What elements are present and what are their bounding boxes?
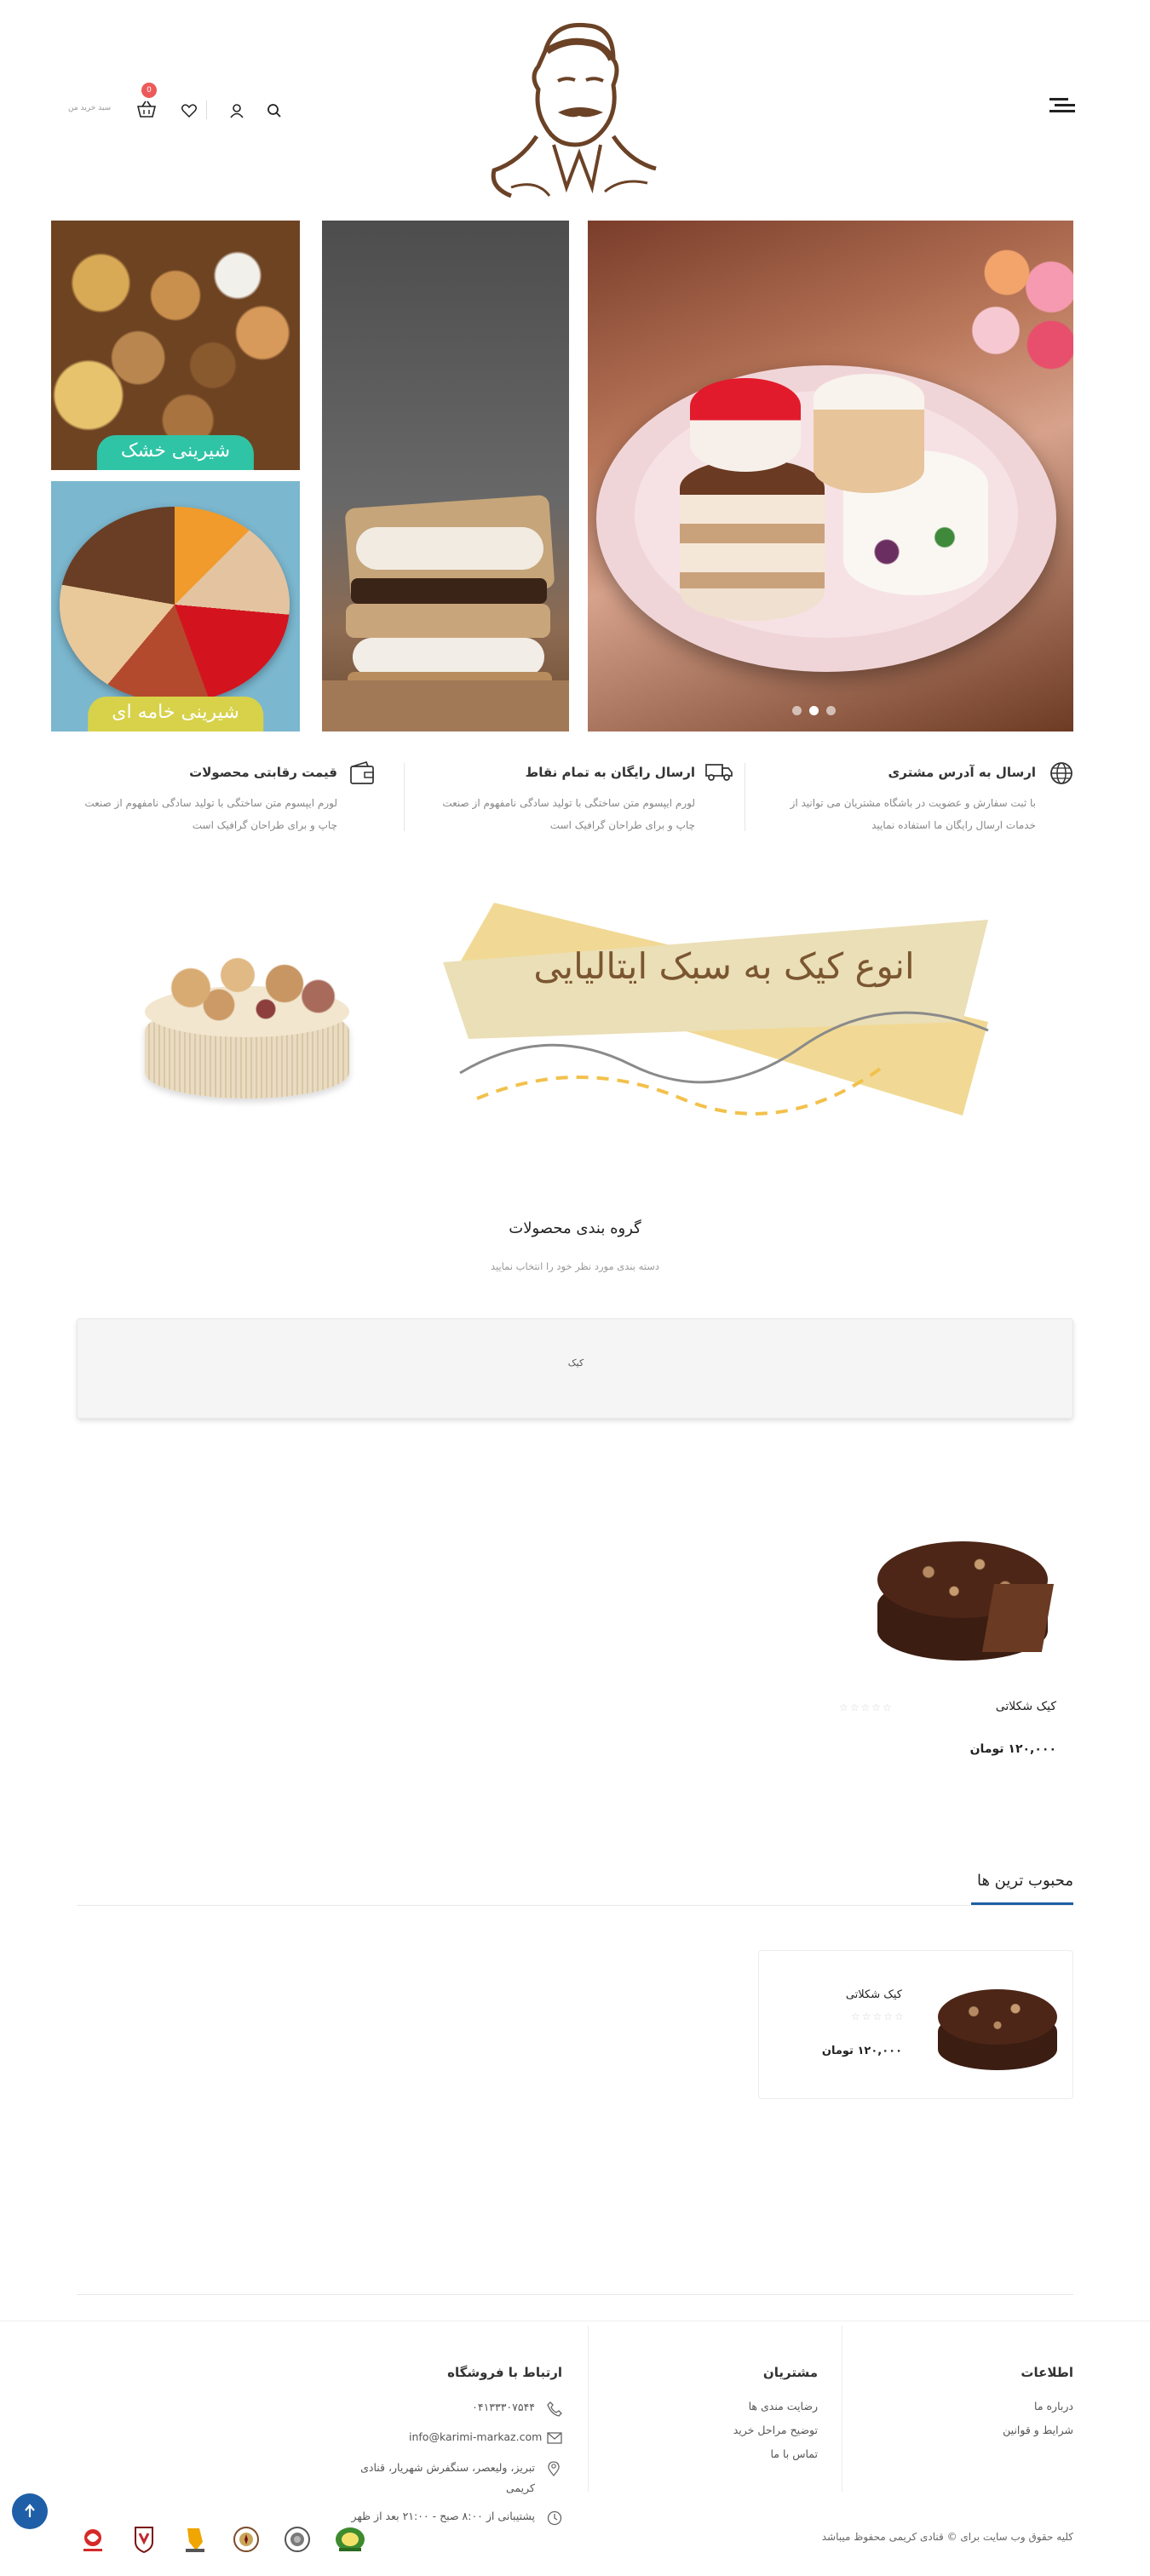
cart-count-badge: 0 <box>141 83 157 98</box>
footer-link-satisfaction[interactable]: رضایت مندی ها <box>749 2400 818 2412</box>
category-label[interactable]: کیک <box>78 1357 1074 1368</box>
promo-banner[interactable]: انوع کیک به سبک ایتالیایی <box>128 877 1022 1133</box>
truck-icon <box>705 761 733 789</box>
scroll-to-top-button[interactable] <box>12 2493 48 2529</box>
popular-product-image[interactable] <box>929 1976 1066 2079</box>
dessert-tiramisu <box>680 459 825 621</box>
footer-link-terms[interactable]: شرایط و قوانین <box>1003 2424 1073 2436</box>
arrow-up-icon <box>25 2504 35 2517</box>
footer-address-line1: تبریز، ولیعصر، سنگفرش شهریار، قنادی <box>360 2461 535 2474</box>
seal-red-icon[interactable] <box>78 2525 107 2554</box>
wallet-icon <box>348 760 375 789</box>
footer-contact-title: ارتباط با فروشگاه <box>447 2365 562 2380</box>
clock-icon <box>547 2510 562 2526</box>
phone-icon <box>547 2401 562 2417</box>
seal-shield-icon[interactable] <box>129 2525 158 2554</box>
feature-desc: با ثبت سفارش و عضویت در باشگاه مشتریان م… <box>790 797 1036 831</box>
feature-title: قیمت رقابتی محصولات <box>189 765 337 780</box>
promo-headline: انوع کیک به سبک ایتالیایی <box>533 945 915 987</box>
user-icon[interactable] <box>227 100 247 121</box>
cart-label[interactable]: سبد خرید من <box>68 104 128 112</box>
globe-icon <box>1046 761 1073 789</box>
product-price: ۱۲۰,۰۰۰ تومان <box>969 1742 1056 1756</box>
dry-pastry-banner[interactable]: شیرینی خشک <box>51 221 300 470</box>
footer-col-divider <box>588 2326 589 2492</box>
seal-gold-icon[interactable] <box>181 2525 210 2554</box>
feature-delivery: ارسال به آدرس مشتری با ثبت سفارش و عضویت… <box>750 758 1073 843</box>
menu-icon[interactable] <box>1049 95 1075 116</box>
dessert-cream <box>814 374 924 493</box>
footer-link-about[interactable]: درباره ما <box>1034 2400 1073 2412</box>
feature-desc: لورم ایپسوم متن ساختگی با تولید سادگی نا… <box>84 797 337 831</box>
feature-title: ارسال به آدرس مشتری <box>888 765 1037 780</box>
footer-top-divider <box>77 2294 1073 2295</box>
footer-customers-title: مشتریان <box>762 2365 818 2380</box>
popular-product-rating: ☆☆☆☆☆ <box>851 2011 906 2022</box>
email-icon <box>547 2431 562 2447</box>
feature-price: قیمت رقابتی محصولات لورم ایپسوم متن ساخت… <box>51 758 375 843</box>
header-divider <box>206 100 207 119</box>
popular-product-name[interactable]: کیک شکلاتی <box>846 1988 902 2001</box>
category-box-cake[interactable]: کیک <box>77 1318 1073 1419</box>
footer-link-contact[interactable]: تماس با ما <box>770 2447 818 2460</box>
dessert-berry <box>690 378 801 472</box>
footer-hours: پشتیبانی از ۸:۰۰ صبح - ۲۱:۰۰ بعد از ظهر <box>351 2510 535 2522</box>
product-image[interactable] <box>860 1516 1056 1669</box>
logo[interactable] <box>486 17 664 204</box>
search-icon[interactable] <box>264 100 285 121</box>
smores-banner[interactable] <box>322 221 569 731</box>
feature-desc: لورم ایپسوم متن ساختگی با تولید سادگی نا… <box>442 797 695 831</box>
footer-link-purchase-steps[interactable]: توضیح مراحل خرید <box>733 2424 818 2436</box>
categories-subtitle: دسته بندی مورد نظر خود را انتخاب نمایید <box>490 1260 660 1272</box>
footer-phone[interactable]: ۰۴۱۳۳۳۰۷۵۴۴ <box>472 2401 535 2413</box>
popular-divider <box>77 1905 1073 1906</box>
footer-copyright: کلیه حقوق وب سایت برای © قنادی کریمی محف… <box>821 2531 1073 2543</box>
feature-free-shipping: ارسال رایگان به تمام نقاط لورم ایپسوم مت… <box>409 758 733 843</box>
footer-info-title: اطلاعات <box>1021 2365 1073 2380</box>
product-name[interactable]: کیک شکلاتی <box>996 1700 1056 1713</box>
header: 0 سبد خرید من <box>0 0 1150 198</box>
seal-green-icon[interactable] <box>334 2525 366 2554</box>
cart-basket-icon[interactable] <box>136 99 157 119</box>
feature-title: ارسال رایگان به تمام نقاط <box>525 765 695 780</box>
cream-pastry-banner[interactable]: شیرینی خامه ای <box>51 481 300 731</box>
dry-pastry-label: شیرینی خشک <box>96 435 255 470</box>
popular-product-price: ۱۲۰,۰۰۰ تومان <box>821 2045 902 2057</box>
footer-email[interactable]: info@karimi-markaz.com <box>409 2430 542 2443</box>
slider-dots[interactable] <box>792 706 860 718</box>
seal-enamad-icon[interactable] <box>283 2525 312 2554</box>
product-rating: ☆☆☆☆☆ <box>839 1701 894 1713</box>
popular-title: محبوب ترین ها <box>976 1872 1073 1890</box>
footer-address-line2: کریمی <box>506 2481 535 2494</box>
product-card[interactable]: کیک شکلاتی ☆☆☆☆☆ ۱۲۰,۰۰۰ تومان <box>826 1499 1073 1780</box>
seal-emblem-icon[interactable] <box>232 2525 261 2554</box>
promo-cake-image <box>145 945 349 1107</box>
popular-product-card[interactable]: کیک شکلاتی ☆☆☆☆☆ ۱۲۰,۰۰۰ تومان <box>758 1950 1073 2099</box>
cream-pastry-label: شیرینی خامه ای <box>88 697 263 731</box>
wishlist-heart-icon[interactable] <box>179 100 199 121</box>
location-icon <box>547 2461 562 2476</box>
slider-banner[interactable] <box>588 221 1073 731</box>
categories-title: گروه بندی محصولات <box>509 1219 641 1237</box>
